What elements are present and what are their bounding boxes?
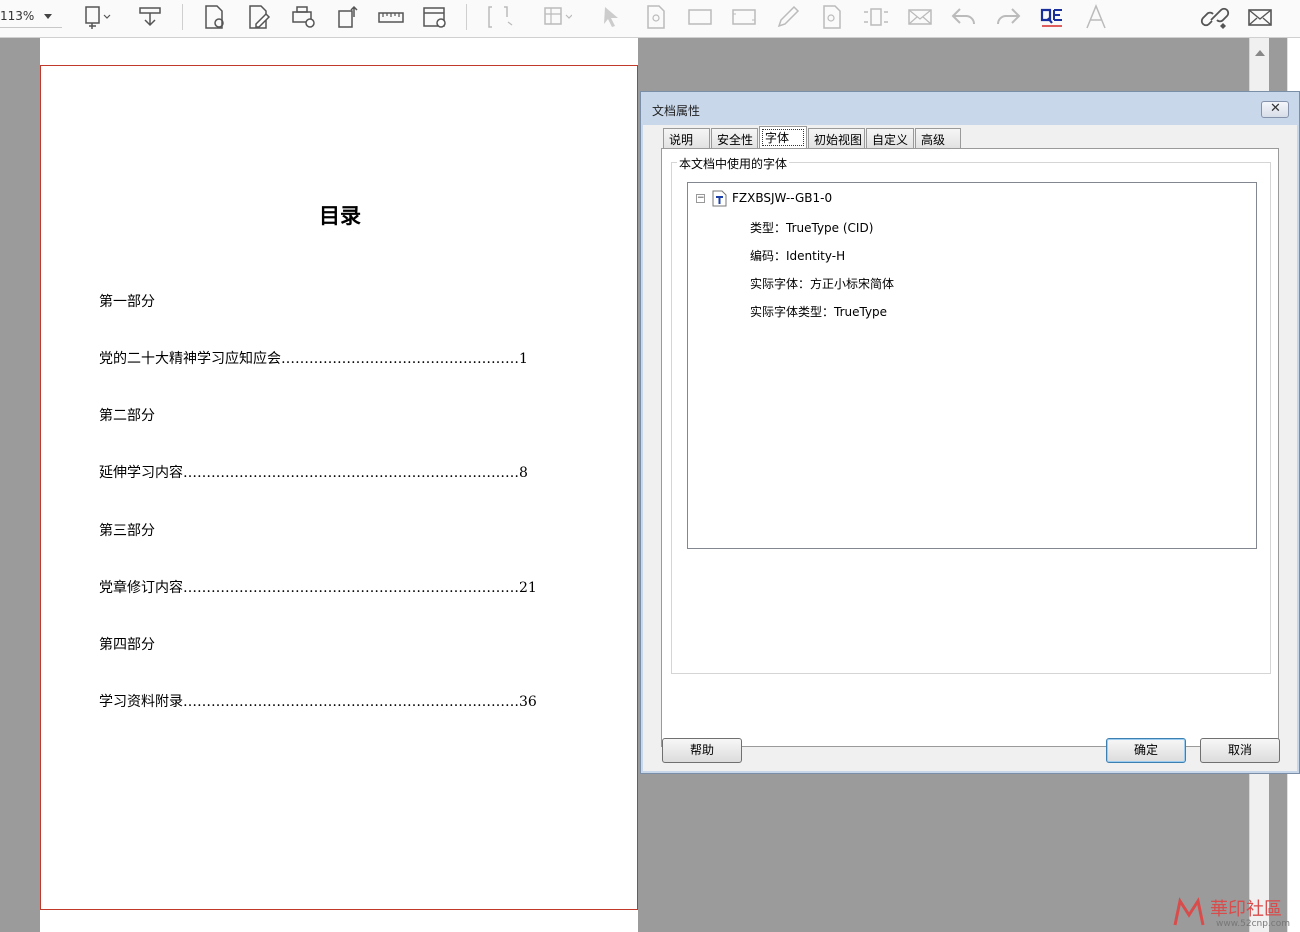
font-encoding: 编码：Identity-H	[750, 249, 846, 263]
tab-advanced[interactable]: 高级	[915, 128, 961, 148]
dialog-title: 文档属性	[652, 104, 701, 118]
help-button[interactable]: 帮助	[662, 738, 742, 763]
tab-security[interactable]: 安全性	[711, 128, 758, 148]
font-name: FZXBSJW--GB1-0	[732, 191, 833, 205]
watermark-text: 華印社區	[1210, 899, 1282, 920]
toc-line: 学习资料附录………………………………………………………………36	[99, 694, 537, 710]
font-type: 类型：TrueType (CID)	[750, 221, 874, 235]
text-tool-icon[interactable]	[1080, 2, 1112, 32]
close-icon: ✕	[1270, 101, 1281, 116]
dialog-body: 说明 安全性 字体 初始视图 自定义 高级 本文档中使用的字体 − FZXBSJ…	[643, 125, 1297, 771]
close-button[interactable]: ✕	[1261, 101, 1289, 118]
watermark-logo-icon	[1173, 897, 1205, 926]
fonts-group: 本文档中使用的字体 − FZXBSJW--GB1-0 类型：TrueType (…	[671, 155, 1271, 674]
link-icon[interactable]	[1199, 2, 1231, 32]
toc-line: 第一部分	[99, 294, 155, 310]
mail-icon[interactable]	[904, 2, 936, 32]
page-properties-icon[interactable]	[198, 2, 230, 32]
collapse-icon[interactable]: −	[696, 194, 705, 203]
document-properties-dialog: 文档属性 ✕ 说明 安全性 字体 初始视图 自定义 高级 本文档中使用的字体 −…	[640, 91, 1300, 774]
tab-fonts[interactable]: 字体	[759, 126, 807, 149]
tab-custom[interactable]: 自定义	[866, 128, 914, 148]
zoom-dropdown[interactable]: 113%	[0, 4, 62, 28]
toc-line: 第二部分	[99, 408, 155, 424]
toc-line: 党章修订内容………………………………………………………………21	[99, 580, 537, 596]
fonts-tab-panel: 本文档中使用的字体 − FZXBSJW--GB1-0 类型：TrueType (…	[661, 148, 1279, 747]
undo-icon[interactable]	[948, 2, 980, 32]
actual-font-type: 实际字体类型：TrueType	[750, 305, 888, 319]
ruler-icon[interactable]	[375, 2, 407, 32]
actual-font: 实际字体：方正小标宋简体	[750, 277, 895, 291]
frame-tool-icon[interactable]	[728, 2, 760, 32]
scroll-up-icon[interactable]	[1255, 50, 1265, 56]
crop-select-icon[interactable]	[484, 2, 516, 32]
qe-plugin-icon[interactable]	[1036, 2, 1068, 32]
toc-line: 第四部分	[99, 637, 155, 653]
split-view-icon[interactable]	[860, 2, 892, 32]
chevron-down-icon	[44, 14, 52, 19]
font-file-icon	[712, 190, 727, 207]
main-toolbar: 113%	[0, 0, 1300, 38]
tab-initial-view[interactable]: 初始视图	[808, 128, 865, 148]
toc-line: 延伸学习内容………………………………………………………………8	[99, 465, 528, 481]
download-icon[interactable]	[134, 2, 166, 32]
tab-description[interactable]: 说明	[663, 128, 710, 148]
pencil-icon[interactable]	[772, 2, 804, 32]
zoom-value: 113%	[0, 9, 35, 23]
font-tree[interactable]: − FZXBSJW--GB1-0 类型：TrueType (CID) 编码：Id…	[687, 182, 1257, 549]
ok-button[interactable]: 确定	[1106, 738, 1186, 763]
page-layout-icon[interactable]	[80, 2, 112, 32]
group-label: 本文档中使用的字体	[677, 155, 790, 172]
edit-document-icon[interactable]	[242, 2, 274, 32]
toc-line: 第三部分	[99, 523, 155, 539]
search-page-icon[interactable]	[816, 2, 848, 32]
document-page: 目录 第一部分 党的二十大精神学习应知应会……………………………………………1 …	[40, 65, 638, 910]
export-page-icon[interactable]	[332, 2, 364, 32]
rectangle-tool-icon[interactable]	[684, 2, 716, 32]
toc-title: 目录	[319, 203, 361, 228]
table-tool-icon[interactable]	[540, 2, 572, 32]
settings-panel-icon[interactable]	[419, 2, 451, 32]
redo-icon[interactable]	[992, 2, 1024, 32]
cancel-button[interactable]: 取消	[1200, 738, 1280, 763]
select-arrow-icon[interactable]	[596, 2, 628, 32]
toc-line: 党的二十大精神学习应知应会……………………………………………1	[99, 351, 528, 367]
site-watermark: 華印社區 www.52cnp.com	[1170, 893, 1300, 932]
page-tool-icon[interactable]	[640, 2, 672, 32]
print-preview-icon[interactable]	[287, 2, 319, 32]
mail-icon[interactable]	[1244, 2, 1276, 32]
watermark-url: www.52cnp.com	[1216, 919, 1291, 929]
